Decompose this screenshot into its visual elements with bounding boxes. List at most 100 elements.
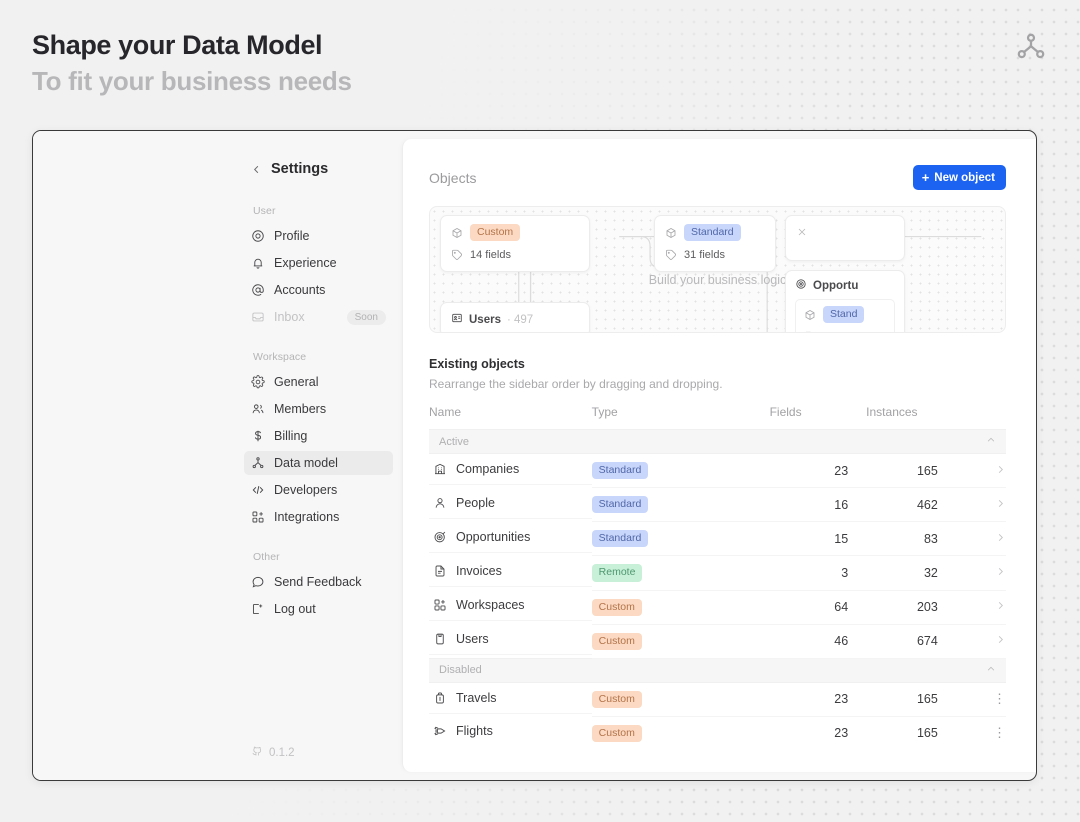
node-fields-label: 12 fiel	[823, 331, 852, 334]
row-action-cell[interactable]	[968, 590, 1006, 624]
sidebar-item-general[interactable]: General	[244, 370, 393, 394]
sidebar-item-log-out[interactable]: Log out	[244, 597, 393, 621]
sidebar-item-billing[interactable]: Billing	[244, 424, 393, 448]
canvas-node-custom[interactable]: Custom 14 fields	[440, 215, 590, 272]
row-fields-cell: 15	[770, 522, 867, 556]
document-icon	[433, 564, 447, 578]
users-icon	[251, 402, 265, 416]
sidebar-item-members[interactable]: Members	[244, 397, 393, 421]
chevron-right-icon[interactable]	[995, 566, 1006, 580]
comment-icon	[251, 575, 265, 589]
github-icon	[251, 745, 263, 760]
row-action-cell[interactable]	[968, 522, 1006, 556]
blocks-icon	[251, 510, 265, 524]
sidebar-group-label: Other	[253, 551, 386, 563]
sidebar-group-user: User Profile Experience	[251, 205, 386, 329]
chevron-right-icon[interactable]	[995, 600, 1006, 614]
soon-badge: Soon	[347, 310, 386, 325]
page-subtitle: To fit your business needs	[32, 65, 352, 99]
row-action-cell[interactable]	[968, 454, 1006, 488]
group-header-active[interactable]: Active	[429, 430, 1006, 454]
row-instances-cell: 83	[866, 522, 968, 556]
chevron-right-icon[interactable]	[995, 532, 1006, 546]
group-header-disabled[interactable]: Disabled	[429, 658, 1006, 682]
table-row[interactable]: Opportunities Standard 15 83	[429, 522, 1006, 556]
sidebar-group-label: Workspace	[253, 351, 386, 363]
page-heading: Shape your Data Model To fit your busine…	[32, 28, 352, 98]
sidebar-item-accounts[interactable]: Accounts	[244, 278, 393, 302]
sidebar-item-data-model[interactable]: Data model	[244, 451, 393, 475]
sidebar-item-experience[interactable]: Experience	[244, 251, 393, 275]
table-row[interactable]: Workspaces Custom 64 203	[429, 590, 1006, 624]
id-card-icon	[433, 632, 447, 646]
sidebar-item-label: General	[274, 375, 318, 389]
node-title-row: Users · 497	[451, 312, 579, 327]
sidebar-item-label: Accounts	[274, 283, 325, 297]
plane-icon	[433, 724, 447, 738]
sidebar-group-workspace: Workspace General Members	[251, 351, 386, 529]
row-action-cell[interactable]: ⋮	[968, 682, 1006, 716]
table-row[interactable]: Flights Custom 23 165 ⋮	[429, 716, 1006, 750]
chevron-right-icon[interactable]	[995, 634, 1006, 648]
node-fields-label: 31 fields	[684, 249, 725, 261]
table-row[interactable]: Users Custom 46 674	[429, 624, 1006, 658]
row-type-cell: Custom	[592, 716, 770, 750]
column-header-name: Name	[429, 405, 592, 430]
node-fields-row: 31 fields	[665, 246, 765, 263]
node-title-label: Users	[469, 314, 501, 326]
node-title-row: Opportu	[795, 278, 895, 293]
canvas-node-partial[interactable]	[785, 215, 905, 261]
table-row[interactable]: Companies Standard 23 165	[429, 454, 1006, 488]
row-type-cell: Custom	[592, 624, 770, 658]
canvas-node-users[interactable]: Users · 497	[440, 302, 590, 333]
row-action-cell[interactable]	[968, 556, 1006, 590]
back-to-settings[interactable]: Settings	[251, 161, 386, 177]
sidebar-item-label: Integrations	[274, 510, 339, 524]
table-row[interactable]: Invoices Remote 3 32	[429, 556, 1006, 590]
sidebar-item-inbox[interactable]: Inbox Soon	[244, 305, 393, 329]
sidebar-item-profile[interactable]: Profile	[244, 224, 393, 248]
row-action-cell[interactable]	[968, 488, 1006, 522]
target-icon	[795, 278, 807, 293]
node-fields-row: 14 fields	[451, 246, 579, 263]
chevron-up-icon[interactable]	[968, 658, 1006, 682]
chevron-right-icon[interactable]	[995, 464, 1006, 478]
row-fields-cell: 23	[770, 716, 867, 750]
row-action-cell[interactable]	[968, 624, 1006, 658]
new-object-button[interactable]: + New object	[913, 165, 1006, 190]
existing-objects-title: Existing objects	[429, 357, 1006, 371]
chevron-right-icon[interactable]	[995, 498, 1006, 512]
row-name-cell: Opportunities	[429, 522, 592, 553]
type-badge: Remote	[592, 564, 643, 581]
close-x-icon[interactable]	[796, 226, 808, 238]
node-type-badge: Custom	[470, 224, 520, 241]
node-fields-row: 12 fiel	[804, 328, 886, 333]
more-vertical-icon[interactable]: ⋮	[993, 691, 1006, 706]
sidebar-item-send-feedback[interactable]: Send Feedback	[244, 570, 393, 594]
table-head: Name Type Fields Instances	[429, 405, 1006, 430]
luggage-icon	[433, 691, 447, 705]
table-row[interactable]: Travels Custom 23 165 ⋮	[429, 682, 1006, 716]
row-fields-cell: 16	[770, 488, 867, 522]
sidebar-item-developers[interactable]: Developers	[244, 478, 393, 502]
canvas-node-opportunities[interactable]: Opportu Stand 12 fiel	[785, 270, 905, 333]
table-body: Active Companies Standard 23 165	[429, 430, 1006, 751]
canvas-node-standard[interactable]: Standard 31 fields	[654, 215, 776, 272]
sidebar-item-integrations[interactable]: Integrations	[244, 505, 393, 529]
objects-header: Objects + New object	[429, 165, 1006, 190]
row-type-cell: Standard	[592, 488, 770, 522]
sidebar-item-label: Data model	[274, 456, 338, 470]
column-header-fields: Fields	[770, 405, 867, 430]
user-circle-icon	[251, 229, 265, 243]
chevron-up-icon[interactable]	[968, 430, 1006, 454]
canvas-hint-text: Build your business logic	[430, 273, 1005, 287]
data-model-canvas-preview[interactable]: Build your business logic Custom 14 fiel…	[429, 206, 1006, 333]
row-instances-cell: 203	[866, 590, 968, 624]
cube-icon	[804, 309, 816, 321]
row-fields-cell: 23	[770, 682, 867, 716]
more-vertical-icon[interactable]: ⋮	[993, 725, 1006, 740]
column-header-instances: Instances	[866, 405, 968, 430]
row-action-cell[interactable]: ⋮	[968, 716, 1006, 750]
table-row[interactable]: People Standard 16 462	[429, 488, 1006, 522]
node-inner-card: Stand 12 fiel	[795, 299, 895, 333]
